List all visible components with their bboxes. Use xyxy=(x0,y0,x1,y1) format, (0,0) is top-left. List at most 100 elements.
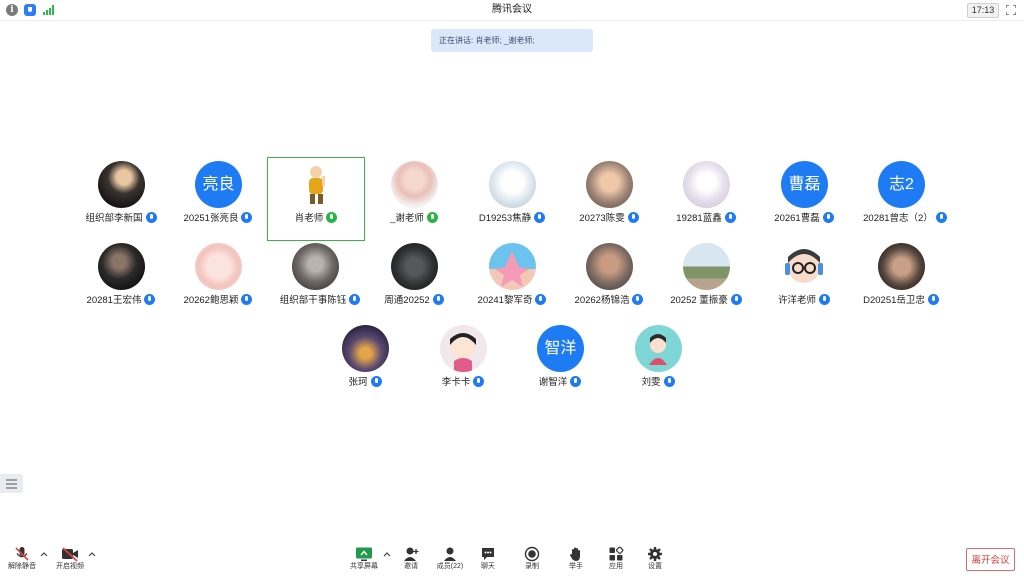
unmute-label: 解除静音 xyxy=(8,563,36,570)
participant-name: 周通20252 xyxy=(384,295,430,306)
avatar: 亮良 xyxy=(195,161,242,208)
video-off-icon xyxy=(62,547,78,562)
participant-tile[interactable]: 组织部干事陈钰 xyxy=(268,240,372,322)
participant-name: 20241黎军奇 xyxy=(477,295,533,306)
participant-name: 张珂 xyxy=(348,377,368,388)
raise-hand-button[interactable]: 举手 xyxy=(556,546,596,576)
window-title: 腾讯会议 xyxy=(492,4,532,15)
mic-icon xyxy=(473,376,485,387)
invite-label: 邀请 xyxy=(404,563,418,570)
mic-icon xyxy=(724,212,736,223)
chat-icon xyxy=(482,548,494,560)
share-screen-button[interactable]: 共享屏幕 xyxy=(344,546,384,576)
avatar xyxy=(683,161,730,208)
avatar xyxy=(440,325,487,372)
participant-tile[interactable]: 组织部李新国 xyxy=(73,158,169,240)
mic-icon xyxy=(819,294,830,305)
participant-name: 李卡卡 xyxy=(441,377,471,388)
chat-label: 聊天 xyxy=(481,563,495,570)
participant-tile[interactable]: 20262鲍思颖 xyxy=(170,240,266,322)
chevron-up-icon[interactable] xyxy=(383,550,391,558)
apps-label: 应用 xyxy=(609,563,623,570)
participant-tile[interactable]: 许洋老师 xyxy=(756,240,852,322)
chevron-up-icon[interactable] xyxy=(40,550,48,558)
participant-tile[interactable]: 肖老师 xyxy=(267,157,365,241)
mic-icon xyxy=(534,212,546,223)
participant-tile[interactable]: 周通20252 xyxy=(366,240,462,322)
avatar xyxy=(489,161,536,208)
participant-tile[interactable]: 刘雯 xyxy=(610,322,706,404)
mic-icon xyxy=(370,376,382,387)
chat-button[interactable]: 聊天 xyxy=(468,546,508,576)
avatar xyxy=(98,161,145,208)
apps-button[interactable]: 应用 xyxy=(596,546,636,576)
avatar xyxy=(635,325,682,372)
participant-tile[interactable]: 李卡卡 xyxy=(415,322,511,404)
avatar xyxy=(586,161,633,208)
record-button[interactable]: 录制 xyxy=(512,546,552,576)
mic-icon xyxy=(663,376,675,387)
avatar xyxy=(781,243,828,290)
participant-tile[interactable]: 20262杨锦浩 xyxy=(561,240,657,322)
participant-tile[interactable]: 20273陈雯 xyxy=(561,158,657,240)
participant-name: 20261曹磊 xyxy=(774,213,820,224)
avatar xyxy=(586,243,633,290)
participant-tile[interactable]: 张珂 xyxy=(317,322,413,404)
fullscreen-icon[interactable] xyxy=(1006,5,1016,15)
title-bar: 腾讯会议 17:13 xyxy=(0,0,1024,21)
start-video-button[interactable]: 开启视频 xyxy=(50,546,90,576)
avatar xyxy=(391,243,438,290)
avatar xyxy=(292,243,339,290)
leave-meeting-button[interactable]: 离开会议 xyxy=(966,548,1015,571)
participant-tile[interactable]: 20252 董振豪 xyxy=(658,240,754,322)
participant-tile[interactable]: 19281蓝鑫 xyxy=(658,158,754,240)
speaking-banner: 正在讲话: 肖老师; _谢老师; xyxy=(431,29,593,52)
avatar: 曹磊 xyxy=(781,161,828,208)
participant-tile[interactable]: 曹磊 20261曹磊 xyxy=(756,158,852,240)
chevron-up-icon[interactable] xyxy=(88,550,96,558)
mic-icon xyxy=(144,294,156,305)
participant-name: 组织部干事陈钰 xyxy=(279,295,347,306)
raise-hand-label: 举手 xyxy=(569,563,583,570)
mic-icon xyxy=(935,212,947,223)
participant-tile[interactable]: D20251岳卫忠 xyxy=(853,240,949,322)
participant-tile[interactable]: 智洋 谢智洋 xyxy=(512,322,608,404)
unmute-button[interactable]: 解除静音 xyxy=(2,546,42,576)
members-label: 成员(22) xyxy=(436,563,464,570)
participant-name: 20252 董振豪 xyxy=(670,295,728,306)
settings-button[interactable]: 设置 xyxy=(635,546,675,576)
participant-tile[interactable]: 志2 20281曾志（2） xyxy=(853,158,957,240)
mic-icon xyxy=(927,294,939,305)
members-icon xyxy=(444,547,456,561)
avatar xyxy=(342,325,389,372)
participant-name: D19253焦静 xyxy=(478,213,532,224)
avatar xyxy=(683,243,730,290)
participant-tile[interactable]: 20281王宏伟 xyxy=(73,240,169,322)
participant-tile[interactable]: _谢老师 xyxy=(366,158,462,240)
mic-icon xyxy=(349,294,361,305)
participant-list-toggle[interactable] xyxy=(0,474,23,493)
participant-name: 20251张亮良 xyxy=(183,213,239,224)
mic-icon xyxy=(822,212,834,223)
participant-name: 19281蓝鑫 xyxy=(676,213,722,224)
avatar xyxy=(293,161,340,208)
participant-name: 20273陈雯 xyxy=(579,213,625,224)
mic-speaking-icon xyxy=(426,212,438,223)
share-screen-icon xyxy=(356,547,372,561)
participant-name: _谢老师 xyxy=(390,213,424,224)
hand-icon xyxy=(570,547,580,561)
mic-icon xyxy=(632,294,644,305)
invite-button[interactable]: 邀请 xyxy=(391,546,431,576)
share-screen-label: 共享屏幕 xyxy=(350,563,378,570)
mic-icon xyxy=(535,294,547,305)
participant-name: 组织部李新国 xyxy=(85,213,143,224)
apps-icon xyxy=(609,546,624,561)
mic-icon xyxy=(627,212,639,223)
participant-tile[interactable]: 亮良 20251张亮良 xyxy=(170,158,266,240)
participant-tile[interactable]: D19253焦静 xyxy=(464,158,560,240)
members-button[interactable]: 成员(22) xyxy=(430,546,470,576)
mic-icon xyxy=(145,212,157,223)
participant-tile[interactable]: 20241黎军奇 xyxy=(464,240,560,322)
invite-icon xyxy=(404,547,419,561)
avatar xyxy=(878,243,925,290)
